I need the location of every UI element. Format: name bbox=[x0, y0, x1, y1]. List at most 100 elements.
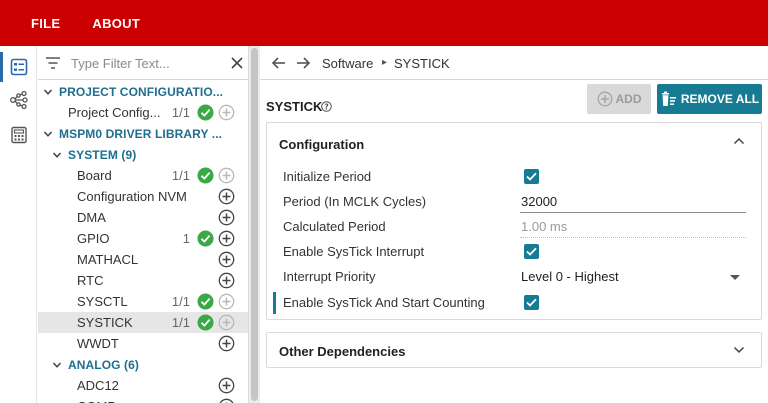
prop-initialize-period: Initialize Period bbox=[267, 166, 763, 188]
tree-label: ANALOG (6) bbox=[68, 357, 139, 372]
tree-item-dma[interactable]: DMA bbox=[38, 207, 248, 228]
rail-config-view-button[interactable] bbox=[0, 50, 37, 84]
delete-sweep-icon bbox=[661, 91, 676, 106]
add-instance-icon[interactable] bbox=[218, 209, 235, 226]
add-instance-icon[interactable] bbox=[218, 251, 235, 268]
prop-label: Enable SysTick And Start Counting bbox=[283, 295, 485, 310]
tree-item-project-config[interactable]: Project Config... 1/1 bbox=[38, 102, 248, 123]
prop-label: Period (In MCLK Cycles) bbox=[283, 194, 427, 209]
check-circle-icon bbox=[197, 167, 214, 184]
add-button[interactable]: ADD bbox=[587, 84, 651, 114]
chevron-up-icon[interactable] bbox=[733, 136, 745, 146]
configuration-panel-title[interactable]: Configuration bbox=[279, 137, 364, 152]
breadcrumb-systick: SYSTICK bbox=[394, 56, 450, 71]
prop-label: Initialize Period bbox=[283, 169, 372, 184]
tree-item-board[interactable]: Board 1/1 bbox=[38, 165, 248, 186]
expand-caret-icon[interactable] bbox=[52, 360, 62, 370]
top-menu-bar: FILE ABOUT bbox=[0, 0, 768, 46]
tree-item-systick[interactable]: SYSTICK 1/1 bbox=[38, 312, 248, 333]
page-header: SYSTICK ? ADD REMOVE ALL bbox=[266, 84, 762, 122]
instance-count: 1/1 bbox=[171, 294, 190, 309]
tree-label: SYSTEM (9) bbox=[68, 147, 137, 162]
tree-item-mathacl[interactable]: MATHACL bbox=[38, 249, 248, 270]
other-dependencies-panel[interactable]: Other Dependencies bbox=[266, 332, 762, 368]
check-circle-icon bbox=[197, 104, 214, 121]
network-tree-icon bbox=[9, 90, 28, 110]
enable-interrupt-checkbox[interactable] bbox=[524, 244, 539, 259]
clear-filter-icon[interactable] bbox=[231, 57, 243, 69]
menu-file[interactable]: FILE bbox=[31, 16, 60, 31]
period-input[interactable]: 32000 bbox=[520, 191, 746, 213]
add-instance-icon[interactable] bbox=[218, 398, 235, 403]
tree-label: Project Config... bbox=[68, 105, 161, 120]
tree-label: SYSTICK bbox=[77, 315, 133, 330]
remove-all-button-label: REMOVE ALL bbox=[680, 92, 760, 106]
filter-icon[interactable] bbox=[45, 56, 61, 70]
tree-item-rtc[interactable]: RTC bbox=[38, 270, 248, 291]
calculated-period-value: 1.00 ms bbox=[520, 216, 746, 238]
enable-start-counting-checkbox[interactable] bbox=[524, 295, 539, 310]
tree-section-analog[interactable]: ANALOG (6) bbox=[38, 354, 248, 375]
prop-calculated-period: Calculated Period 1.00 ms bbox=[267, 216, 763, 238]
back-arrow-icon[interactable] bbox=[271, 55, 287, 71]
tree-section-mspm0-driver-library[interactable]: MSPM0 DRIVER LIBRARY ... bbox=[38, 123, 248, 144]
tree-item-sysctl[interactable]: SYSCTL 1/1 bbox=[38, 291, 248, 312]
instance-count: 1/1 bbox=[171, 168, 190, 183]
remove-all-button[interactable]: REMOVE ALL bbox=[657, 84, 762, 114]
checkmark-icon bbox=[526, 298, 537, 307]
initialize-period-checkbox[interactable] bbox=[524, 169, 539, 184]
chevron-down-icon[interactable] bbox=[733, 345, 745, 355]
add-instance-icon bbox=[218, 167, 235, 184]
add-button-label: ADD bbox=[615, 92, 642, 106]
module-sidebar: PROJECT CONFIGURATIO... Project Config...… bbox=[38, 46, 248, 403]
main-panel: Software ▸ SYSTICK SYSTICK ? ADD REMOVE … bbox=[260, 46, 768, 403]
check-circle-icon bbox=[197, 230, 214, 247]
page-title: SYSTICK bbox=[266, 99, 323, 114]
rail-network-view-button[interactable] bbox=[0, 83, 37, 117]
expand-caret-icon[interactable] bbox=[43, 87, 53, 97]
add-instance-icon[interactable] bbox=[218, 230, 235, 247]
tree-label: Board bbox=[77, 168, 112, 183]
rail-calculator-button[interactable] bbox=[0, 118, 37, 152]
tree-label: DMA bbox=[77, 210, 106, 225]
add-instance-icon[interactable] bbox=[218, 188, 235, 205]
breadcrumb-separator-icon: ▸ bbox=[382, 57, 388, 68]
tree-item-comp[interactable]: COMP bbox=[38, 396, 248, 403]
tree-item-configuration-nvm[interactable]: Configuration NVM bbox=[38, 186, 248, 207]
interrupt-priority-value: Level 0 - Highest bbox=[521, 269, 619, 284]
filter-input[interactable] bbox=[71, 53, 221, 73]
left-rail bbox=[0, 46, 37, 403]
dropdown-arrow-icon bbox=[730, 275, 740, 280]
prop-label: Interrupt Priority bbox=[283, 269, 376, 284]
expand-caret-icon[interactable] bbox=[43, 129, 53, 139]
check-circle-icon bbox=[197, 293, 214, 310]
sidebar-scrollbar[interactable] bbox=[248, 46, 260, 403]
tree-item-wwdt[interactable]: WWDT bbox=[38, 333, 248, 354]
tree-item-gpio[interactable]: GPIO 1 bbox=[38, 228, 248, 249]
interrupt-priority-select[interactable]: Level 0 - Highest bbox=[520, 266, 746, 288]
tree-label: COMP bbox=[77, 399, 116, 403]
list-view-icon bbox=[10, 58, 27, 76]
add-instance-icon[interactable] bbox=[218, 335, 235, 352]
svg-text:?: ? bbox=[324, 102, 328, 111]
tree-label: Configuration NVM bbox=[77, 189, 187, 204]
forward-arrow-icon[interactable] bbox=[295, 55, 311, 71]
expand-caret-icon[interactable] bbox=[52, 150, 62, 160]
tree-label: WWDT bbox=[77, 336, 119, 351]
tree-item-adc12[interactable]: ADC12 bbox=[38, 375, 248, 396]
help-icon[interactable]: ? bbox=[321, 101, 332, 112]
other-dependencies-title[interactable]: Other Dependencies bbox=[279, 344, 405, 359]
tree-section-project-configuration[interactable]: PROJECT CONFIGURATIO... bbox=[38, 81, 248, 102]
add-instance-icon[interactable] bbox=[218, 272, 235, 289]
prop-label: Enable SysTick Interrupt bbox=[283, 244, 425, 259]
tree-section-system[interactable]: SYSTEM (9) bbox=[38, 144, 248, 165]
calculator-icon bbox=[10, 126, 27, 144]
check-circle-icon bbox=[197, 314, 214, 331]
add-instance-icon[interactable] bbox=[218, 377, 235, 394]
scrollbar-thumb[interactable] bbox=[251, 48, 258, 401]
add-instance-icon bbox=[218, 104, 235, 121]
instance-count: 1/1 bbox=[171, 315, 190, 330]
menu-about[interactable]: ABOUT bbox=[92, 16, 140, 31]
breadcrumb-software[interactable]: Software bbox=[322, 56, 373, 71]
tree-label: ADC12 bbox=[77, 378, 119, 393]
